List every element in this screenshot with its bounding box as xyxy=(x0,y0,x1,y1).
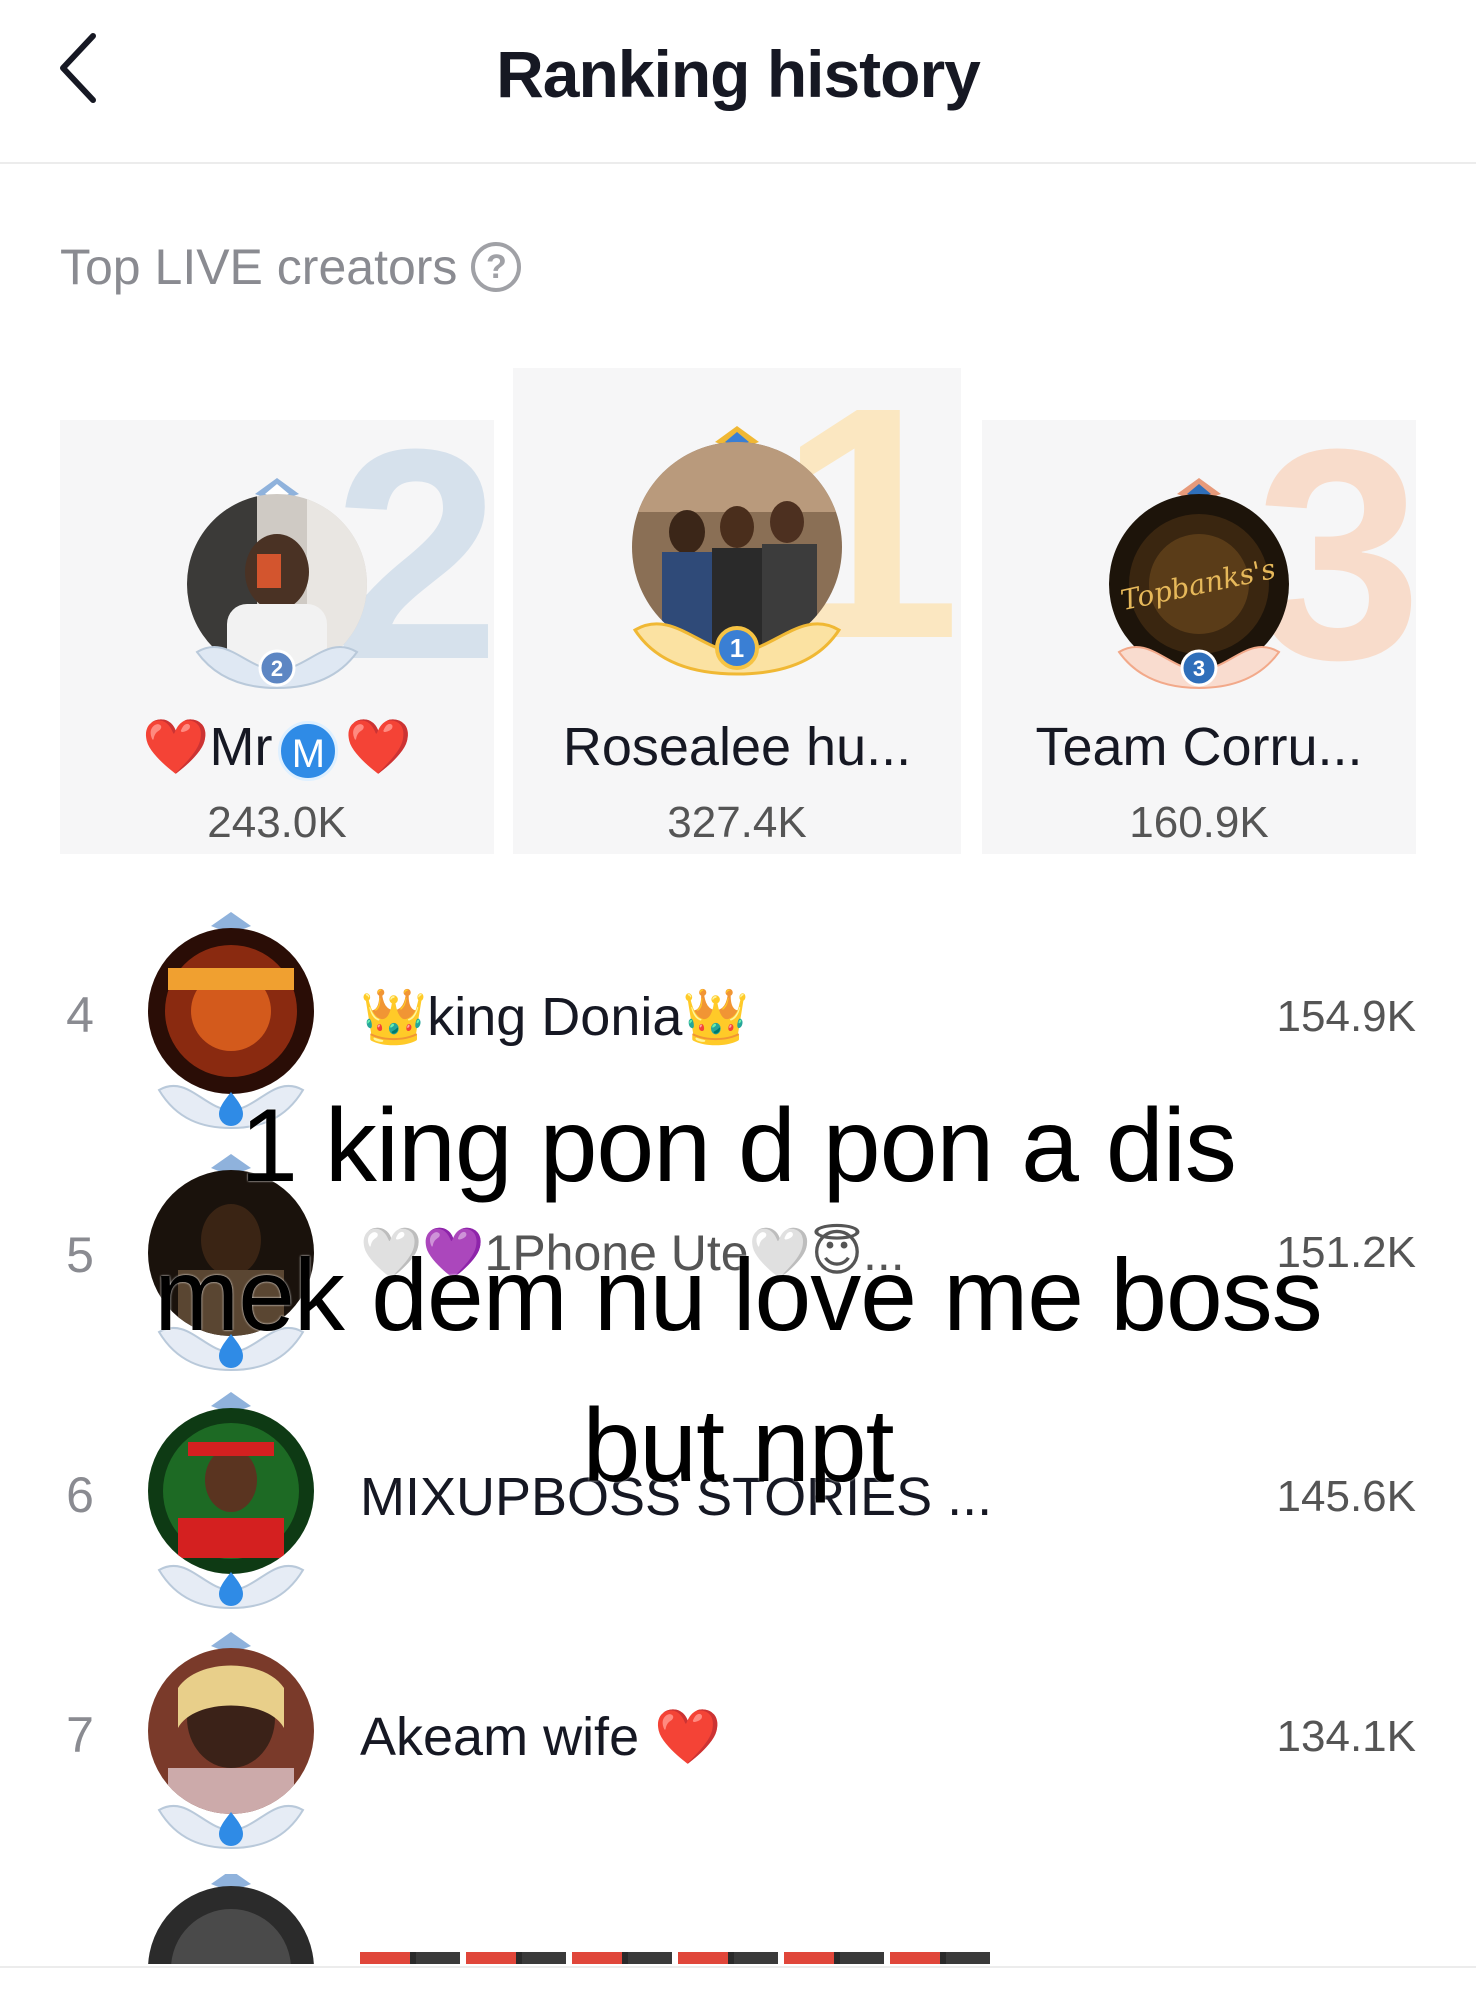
rank-3-badge-icon: 3 xyxy=(1117,645,1281,690)
creator-score: 154.9K xyxy=(1276,992,1416,1041)
svg-text:1: 1 xyxy=(730,633,744,663)
podium-avatar-frame: 1 xyxy=(632,426,842,676)
podium-score: 327.4K xyxy=(667,798,807,847)
row-avatar-frame xyxy=(148,912,314,1130)
section-title: Top LIVE creators ? xyxy=(60,238,522,296)
podium-name-suffix: ❤️ xyxy=(344,717,412,777)
rank-2-badge-icon: 2 xyxy=(195,645,359,690)
rank-number: 4 xyxy=(66,987,94,1043)
rank-number: 7 xyxy=(66,1707,94,1763)
podium-name: Rosealee hu... xyxy=(562,717,912,777)
creator-name: 👑king Donia👑 xyxy=(360,987,750,1047)
podium-card-rank-3[interactable]: 3 Topbanks's 3 Team Corru... 160.9K xyxy=(982,420,1416,854)
tier-badge-icon xyxy=(157,1804,305,1850)
tier-badge-icon xyxy=(157,1564,305,1610)
creator-score: 134.1K xyxy=(1276,1712,1416,1761)
svg-text:2: 2 xyxy=(271,656,283,681)
page-title: Ranking history xyxy=(496,37,981,111)
podium-score: 243.0K xyxy=(207,798,347,847)
overlay-caption-line-3: but npt xyxy=(582,1388,894,1504)
ranking-row-4[interactable]: 4 👑king Donia👑 154.9K xyxy=(0,912,1476,1130)
creator-name: Akeam wife ❤️ xyxy=(360,1707,722,1767)
header-bar: Ranking history xyxy=(0,0,1476,164)
podium-card-rank-1[interactable]: 1 1 Rosealee hu... 327.4K xyxy=(513,368,961,854)
podium-score: 160.9K xyxy=(1129,798,1269,847)
podium-name-prefix: ❤️Mr xyxy=(142,717,273,777)
row-avatar-frame xyxy=(148,1874,314,1964)
svg-text:3: 3 xyxy=(1193,656,1205,681)
section-title-label: Top LIVE creators xyxy=(60,239,458,295)
rank-1-badge-icon: 1 xyxy=(632,622,842,676)
ranking-row-8-partial[interactable] xyxy=(0,1874,1476,1964)
ranking-row-7[interactable]: 7 Akeam wife ❤️ 134.1K xyxy=(0,1632,1476,1850)
verified-m-badge: M xyxy=(278,720,339,781)
podium-avatar-frame: 2 xyxy=(187,478,367,690)
overlay-caption-line-2: mek dem nu love me boss xyxy=(154,1238,1323,1352)
question-circle-icon[interactable]: ? xyxy=(471,242,522,292)
podium-name: ❤️Mr M ❤️ xyxy=(60,716,494,781)
bottom-divider xyxy=(0,1966,1476,1968)
podium-avatar-frame: Topbanks's 3 xyxy=(1109,478,1289,690)
podium-card-rank-2[interactable]: 2 2 ❤️Mr M ❤️ 243.0K xyxy=(60,420,494,854)
row-avatar-frame xyxy=(148,1632,314,1850)
avatar xyxy=(148,1886,314,1964)
podium-name: Team Corru... xyxy=(1035,717,1363,777)
creator-name-obscured xyxy=(360,1952,990,1964)
overlay-caption-line-1: 1 king pon d pon a dis xyxy=(240,1088,1237,1204)
